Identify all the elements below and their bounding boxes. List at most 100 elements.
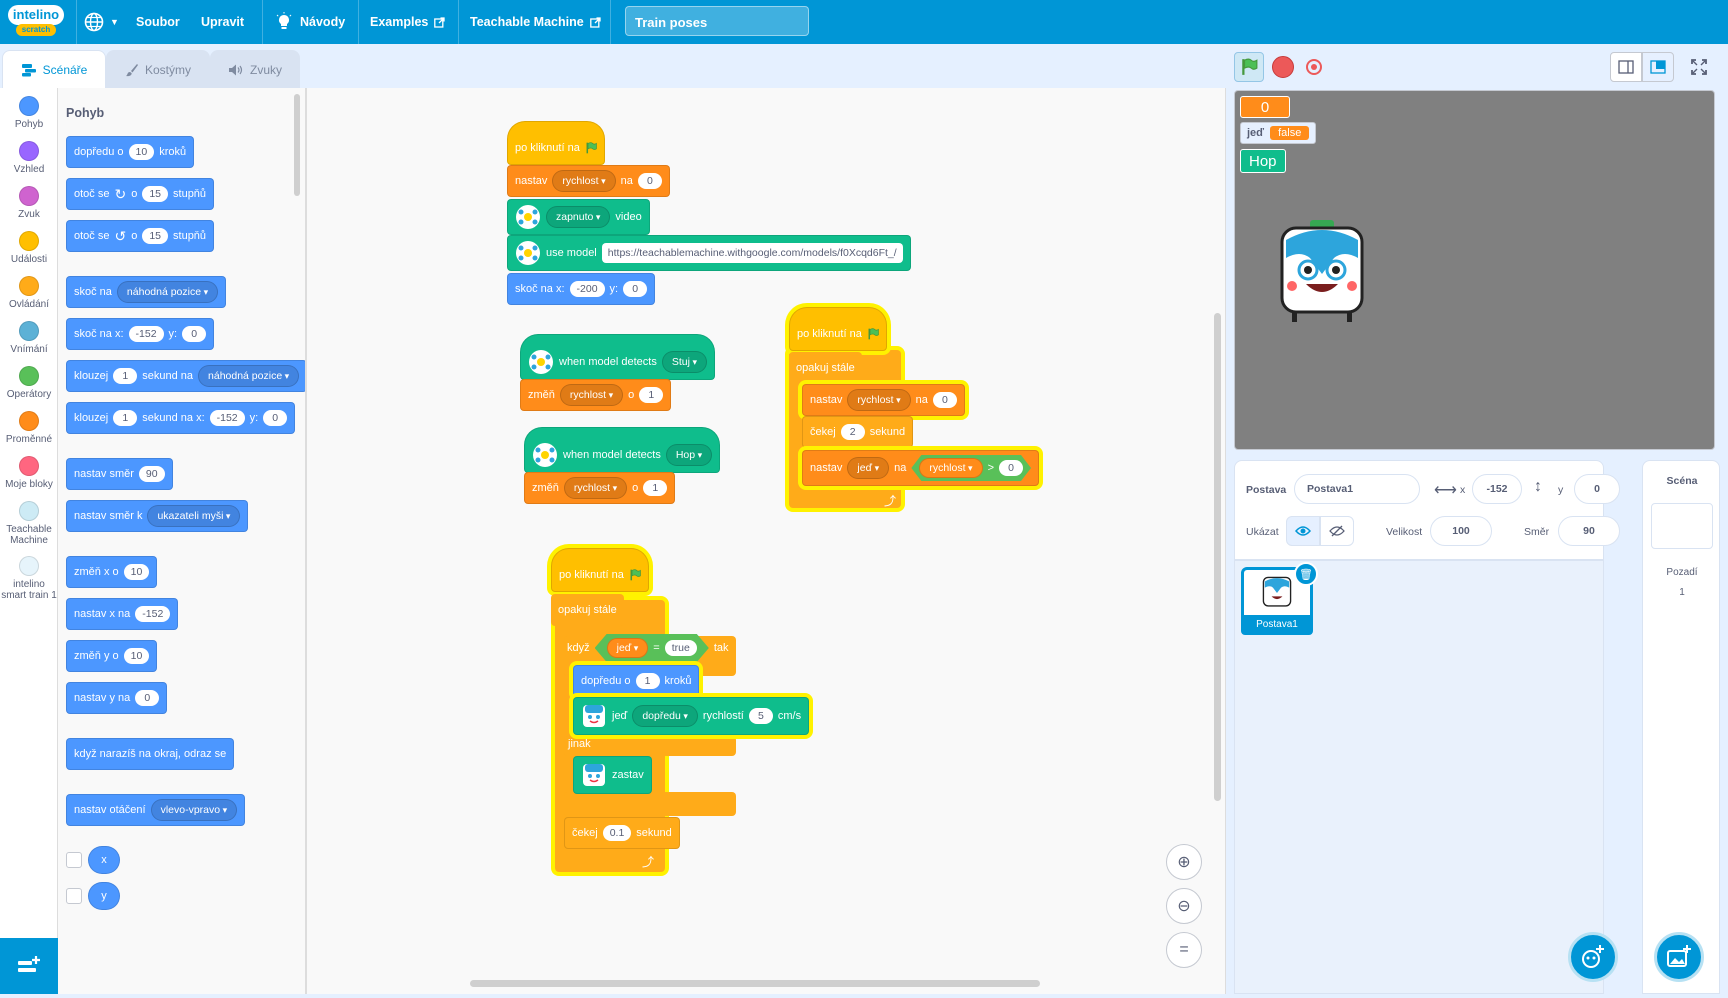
- x-position-checkbox[interactable]: [66, 852, 82, 868]
- tab-sounds[interactable]: Zvuky: [210, 50, 300, 88]
- intelino-logo[interactable]: intelino scratch: [8, 5, 64, 37]
- stop-train-block[interactable]: zastav: [573, 756, 652, 794]
- wait-block[interactable]: čekej 2 sekund: [802, 416, 914, 448]
- block-input[interactable]: 1: [639, 387, 664, 403]
- category-motion[interactable]: Pohyb: [0, 96, 58, 130]
- block-input[interactable]: -152: [209, 410, 245, 426]
- y-input[interactable]: 0: [1574, 474, 1620, 504]
- block-dropdown[interactable]: náhodná pozice: [198, 365, 300, 387]
- add-sprite-button[interactable]: [1568, 932, 1618, 982]
- script-workspace[interactable]: [306, 88, 1226, 994]
- when-model-detects-hat-block[interactable]: when model detects Hop: [524, 427, 721, 473]
- change-variable-block[interactable]: změň rychlost o1: [520, 379, 672, 411]
- palette-block-change-y[interactable]: změň y o 10: [66, 640, 158, 672]
- category-my-blocks[interactable]: Moje bloky: [0, 456, 58, 490]
- variable-reporter[interactable]: jeď: [607, 638, 649, 658]
- class-monitor[interactable]: Hop: [1240, 149, 1286, 173]
- zoom-reset-button[interactable]: =: [1166, 932, 1202, 968]
- equals-operator[interactable]: jeď = true: [595, 634, 709, 662]
- palette-block-rotation-style[interactable]: nastav otáčení vlevo-vpravo: [66, 794, 246, 826]
- class-dropdown[interactable]: Hop: [665, 444, 713, 466]
- zoom-out-button[interactable]: ⊖: [1166, 888, 1202, 924]
- block-input[interactable]: 0.1: [602, 825, 632, 841]
- block-input[interactable]: 0: [263, 410, 288, 426]
- variable-dropdown[interactable]: rychlost: [847, 389, 911, 411]
- category-intelino-train[interactable]: intelino smart train 1: [0, 556, 58, 601]
- drive-train-block[interactable]: jeď dopředu rychlostí 5 cm/s: [573, 697, 810, 735]
- block-input[interactable]: 0: [999, 460, 1023, 476]
- set-variable-block[interactable]: nastav rychlost na 0: [507, 165, 670, 197]
- green-flag-hat-block[interactable]: po kliknutí na: [507, 121, 605, 165]
- category-operators[interactable]: Operátory: [0, 366, 58, 400]
- variable-reporter[interactable]: rychlost: [919, 458, 982, 478]
- palette-block-set-y[interactable]: nastav y na 0: [66, 682, 168, 714]
- green-flag-button[interactable]: [1234, 52, 1264, 82]
- block-input[interactable]: 15: [142, 228, 169, 244]
- forever-block-label[interactable]: opakuj stále: [789, 352, 862, 384]
- block-input[interactable]: 0: [932, 392, 957, 408]
- if-else-block[interactable]: když jeď = true tak: [560, 630, 736, 666]
- train-sprite[interactable]: [1278, 218, 1366, 329]
- block-dropdown[interactable]: náhodná pozice: [116, 281, 219, 303]
- block-input[interactable]: 1: [113, 410, 138, 426]
- model-url-input[interactable]: https://teachablemachine.withgoogle.com/…: [601, 243, 903, 263]
- block-dropdown[interactable]: vlevo-vpravo: [150, 799, 238, 821]
- teachable-machine-link[interactable]: Teachable Machine: [470, 0, 601, 44]
- block-input[interactable]: 90: [138, 466, 165, 482]
- file-menu[interactable]: Soubor: [136, 0, 180, 44]
- fullscreen-button[interactable]: [1683, 52, 1715, 82]
- category-events[interactable]: Události: [0, 231, 58, 265]
- block-input[interactable]: 10: [123, 564, 150, 580]
- examples-link[interactable]: Examples: [370, 0, 446, 44]
- direction-input[interactable]: 90: [1558, 516, 1620, 546]
- category-control[interactable]: Ovládání: [0, 276, 58, 310]
- show-sprite-button[interactable]: [1286, 516, 1320, 546]
- variable-dropdown[interactable]: rychlost: [559, 384, 624, 406]
- variable-monitor[interactable]: jeď false: [1240, 122, 1317, 144]
- hide-sprite-button[interactable]: [1320, 516, 1354, 546]
- when-model-detects-hat-block[interactable]: when model detects Stuj: [520, 334, 715, 380]
- large-stage-button[interactable]: [1642, 52, 1674, 82]
- class-dropdown[interactable]: Stuj: [661, 351, 707, 373]
- set-variable-block[interactable]: nastav jeďna rychlost > 0: [802, 450, 1039, 486]
- palette-scrollbar[interactable]: [294, 94, 300, 196]
- palette-block-set-x[interactable]: nastav x na -152: [66, 598, 179, 630]
- change-variable-block[interactable]: změň rychlost o1: [524, 472, 676, 504]
- goto-xy-block[interactable]: skoč na x: -200 y: 0: [507, 273, 656, 305]
- palette-block-point-direction[interactable]: nastav směr 90: [66, 458, 173, 490]
- block-input[interactable]: -200: [569, 281, 605, 297]
- block-input[interactable]: 0: [135, 690, 160, 706]
- block-input[interactable]: 0: [623, 281, 648, 297]
- language-menu[interactable]: ▼: [84, 0, 119, 44]
- green-flag-hat-block[interactable]: po kliknutí na: [789, 307, 887, 351]
- small-stage-button[interactable]: [1610, 52, 1642, 82]
- block-input[interactable]: 15: [142, 186, 169, 202]
- greater-than-operator[interactable]: rychlost > 0: [911, 455, 1031, 481]
- variable-dropdown[interactable]: rychlost: [563, 477, 628, 499]
- palette-block-bounce[interactable]: když narazíš na okraj, odraz se: [66, 738, 235, 770]
- block-input[interactable]: 1: [113, 368, 138, 384]
- block-input[interactable]: true: [665, 640, 697, 656]
- block-input[interactable]: 10: [123, 648, 150, 664]
- project-title-input[interactable]: Train poses: [625, 6, 809, 36]
- palette-block-goto[interactable]: skoč na náhodná pozice: [66, 276, 227, 308]
- block-input[interactable]: 2: [840, 424, 865, 440]
- palette-block-glide-xy[interactable]: klouzej 1 sekund na x: -152 y: 0: [66, 402, 296, 434]
- block-input[interactable]: -152: [135, 606, 171, 622]
- delete-sprite-button[interactable]: 🗑: [1294, 562, 1318, 586]
- add-extension-button[interactable]: [0, 938, 58, 994]
- sprite-name-input[interactable]: Postava1: [1294, 474, 1420, 504]
- tab-code[interactable]: Scénáře: [2, 50, 106, 89]
- score-monitor[interactable]: 0: [1240, 96, 1290, 118]
- workspace-horizontal-scrollbar[interactable]: [470, 980, 1040, 987]
- block-input[interactable]: 0: [637, 173, 662, 189]
- palette-block-turn-left[interactable]: otoč se ↺ o 15 stupňů: [66, 220, 215, 252]
- palette-block-point-towards[interactable]: nastav směr k ukazateli myši: [66, 500, 249, 532]
- block-input[interactable]: -152: [128, 326, 164, 342]
- category-variables[interactable]: Proměnné: [0, 411, 58, 445]
- forever-block-label[interactable]: opakuj stále: [551, 594, 624, 626]
- palette-block-goto-xy[interactable]: skoč na x: -152 y: 0: [66, 318, 215, 350]
- y-position-checkbox[interactable]: [66, 888, 82, 904]
- variable-dropdown[interactable]: jeď: [847, 457, 890, 479]
- block-input[interactable]: 0: [182, 326, 207, 342]
